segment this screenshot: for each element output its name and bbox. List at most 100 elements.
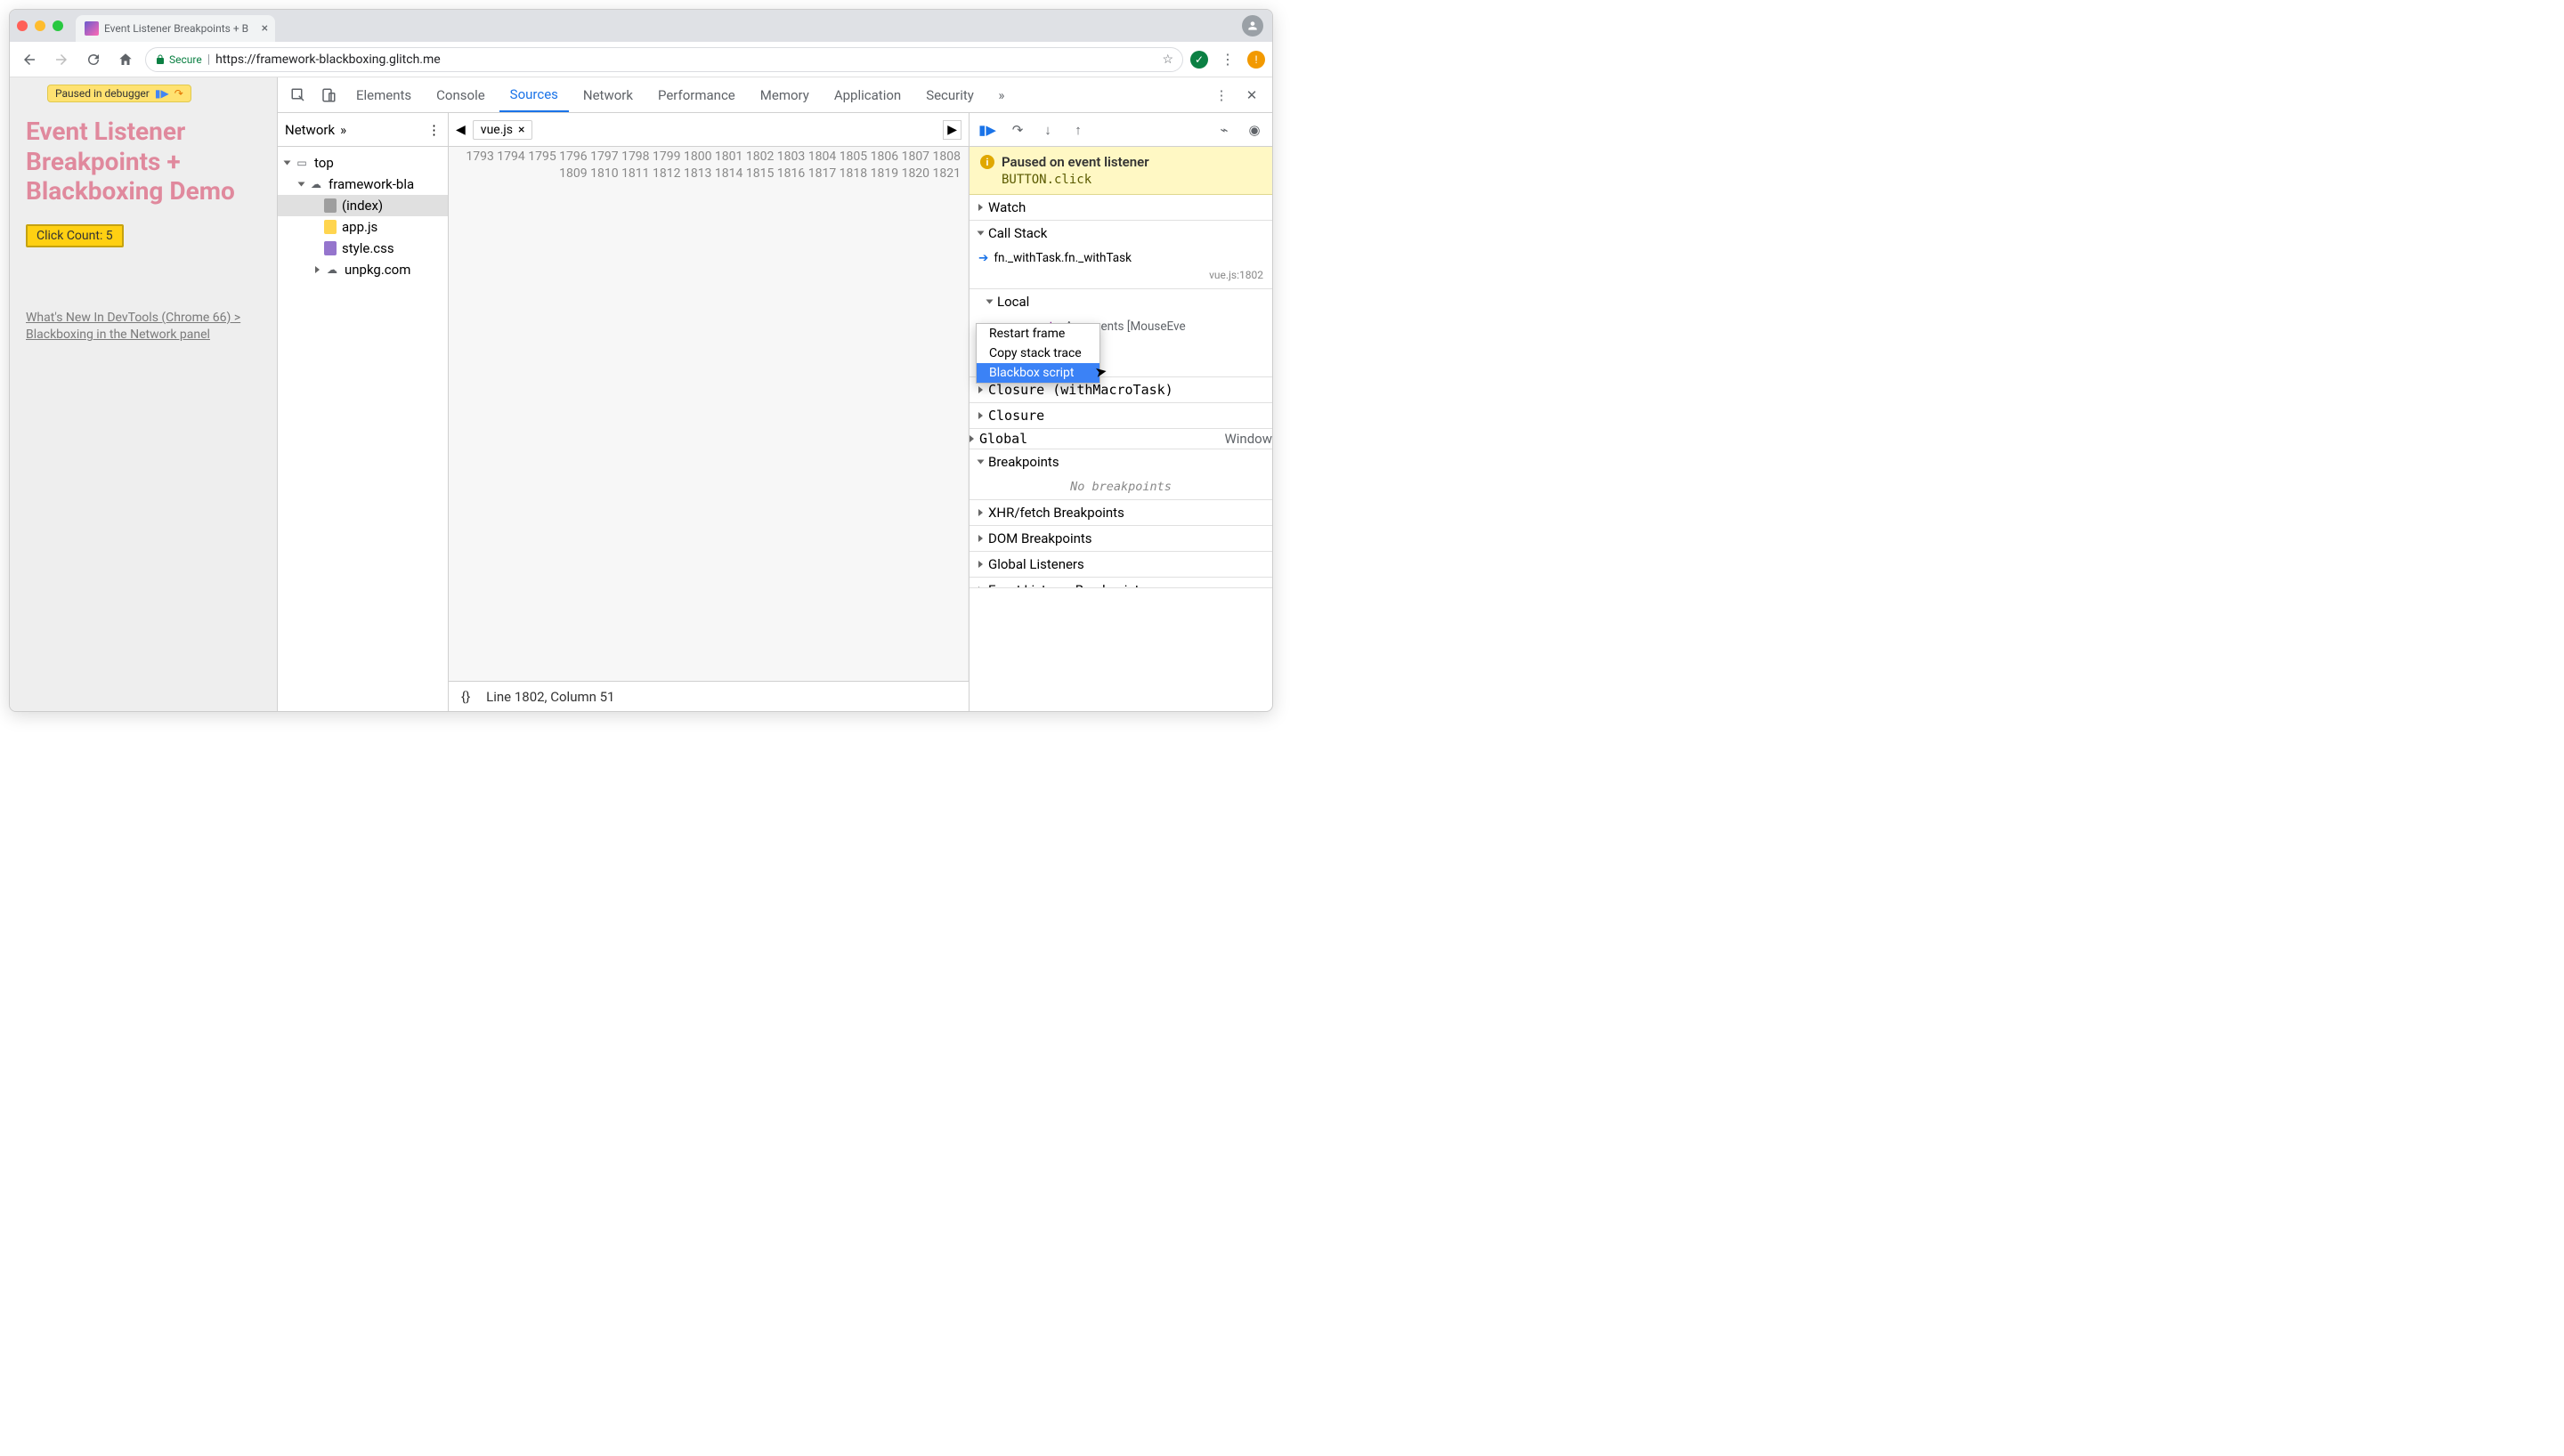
no-breakpoints-label: No breakpoints — [970, 474, 1272, 499]
tree-cdn[interactable]: ☁unpkg.com — [278, 259, 448, 280]
new-tab-button[interactable] — [282, 18, 304, 39]
ctx-restart-frame[interactable]: Restart frame — [977, 324, 1099, 344]
tab-bar: Event Listener Breakpoints + B × — [10, 10, 1272, 42]
bookmark-star-icon[interactable]: ☆ — [1162, 53, 1173, 67]
tab-elements[interactable]: Elements — [345, 77, 422, 112]
tree-top[interactable]: ▭top — [278, 152, 448, 174]
minimize-window-icon[interactable] — [35, 20, 45, 31]
tree-file-appjs[interactable]: app.js — [278, 216, 448, 238]
ctx-copy-stack-trace[interactable]: Copy stack trace — [977, 344, 1099, 363]
back-button[interactable] — [17, 47, 42, 72]
code-editor[interactable]: 1793 1794 1795 1796 1797 1798 1799 1800 … — [449, 147, 969, 681]
toggle-navigator-icon[interactable]: ◀ — [456, 123, 466, 137]
section-global[interactable]: GlobalWindow — [970, 429, 1272, 449]
debugger-pane: ▮▶ ↷ ↓ ↑ ⌁ ◉ i Paused on event listener B… — [970, 113, 1272, 711]
resume-script-icon[interactable]: ▮▶ — [977, 119, 998, 141]
extension-icon[interactable]: ✓ — [1190, 51, 1208, 69]
browser-tab[interactable]: Event Listener Breakpoints + B × — [76, 15, 275, 42]
content-area: Paused in debugger ▮▶ ↷ Event Listener B… — [10, 77, 1272, 711]
window-controls — [17, 20, 63, 31]
step-over-icon[interactable]: ↷ — [1007, 119, 1028, 141]
paused-sub: BUTTON.click — [980, 173, 1262, 187]
address-bar: Secure | https://framework-blackboxing.g… — [10, 42, 1272, 77]
editor-header: ◀ vue.js × ▶ — [449, 113, 969, 147]
step-out-icon[interactable]: ↑ — [1067, 119, 1089, 141]
maximize-window-icon[interactable] — [53, 20, 63, 31]
tree-file-index[interactable]: (index) — [278, 195, 448, 216]
tab-security[interactable]: Security — [915, 77, 985, 112]
devtools-tab-bar: Elements Console Sources Network Perform… — [278, 77, 1272, 113]
profile-avatar-icon[interactable] — [1242, 15, 1263, 36]
url-input[interactable]: Secure | https://framework-blackboxing.g… — [145, 47, 1183, 72]
paused-in-debugger-badge: Paused in debugger ▮▶ ↷ — [47, 85, 191, 102]
section-breakpoints[interactable]: Breakpoints — [970, 449, 1272, 474]
line-gutter: 1793 1794 1795 1796 1797 1798 1799 1800 … — [449, 147, 969, 681]
tab-title: Event Listener Breakpoints + B — [104, 22, 248, 35]
extension-warning-icon[interactable]: ! — [1247, 51, 1265, 69]
devtools-panel: Elements Console Sources Network Perform… — [277, 77, 1272, 711]
home-button[interactable] — [113, 47, 138, 72]
section-watch[interactable]: Watch — [970, 195, 1272, 220]
navigator-menu-icon[interactable]: ⋮ — [427, 122, 441, 138]
paused-title: Paused on event listener — [1002, 154, 1149, 170]
navigator-tab-label[interactable]: Network — [285, 122, 335, 138]
device-toggle-icon[interactable] — [315, 82, 342, 109]
page-title: Event Listener Breakpoints + Blackboxing… — [26, 117, 261, 206]
editor-status-bar: {} Line 1802, Column 51 — [449, 681, 969, 711]
open-file-tab[interactable]: vue.js × — [473, 120, 533, 140]
whats-new-link[interactable]: What's New In DevTools (Chrome 66) > Bla… — [26, 310, 261, 344]
section-dom[interactable]: DOM Breakpoints — [970, 526, 1272, 551]
devtools-menu-icon[interactable]: ⋮ — [1208, 82, 1235, 109]
debugger-toolbar: ▮▶ ↷ ↓ ↑ ⌁ ◉ — [970, 113, 1272, 147]
navigator-pane: Network » ⋮ ▭top ☁framework-bla (index) … — [278, 113, 449, 711]
favicon-icon — [85, 21, 99, 36]
secure-label: Secure — [169, 53, 202, 66]
click-count-button[interactable]: Click Count: 5 — [26, 224, 124, 247]
tab-console[interactable]: Console — [426, 77, 496, 112]
current-frame-icon: ➔ — [978, 251, 988, 265]
paused-badge-text: Paused in debugger — [55, 87, 150, 100]
secure-lock-icon: Secure — [155, 53, 202, 66]
tab-network[interactable]: Network — [572, 77, 644, 112]
tree-file-stylecss[interactable]: style.css — [278, 238, 448, 259]
devtools-close-icon[interactable]: ✕ — [1238, 82, 1265, 109]
info-icon: i — [980, 155, 994, 169]
reload-button[interactable] — [81, 47, 106, 72]
tab-sources[interactable]: Sources — [499, 77, 569, 112]
pause-exceptions-icon[interactable]: ◉ — [1244, 119, 1265, 141]
tab-performance[interactable]: Performance — [647, 77, 746, 112]
step-into-icon[interactable]: ↓ — [1037, 119, 1059, 141]
editor-pane: ◀ vue.js × ▶ 1793 1794 1795 1796 1797 17… — [449, 113, 970, 711]
tab-application[interactable]: Application — [824, 77, 912, 112]
section-local[interactable]: Local — [970, 289, 1272, 314]
sources-body: Network » ⋮ ▭top ☁framework-bla (index) … — [278, 113, 1272, 711]
tab-close-icon[interactable]: × — [262, 21, 268, 36]
url-text: https://framework-blackboxing.glitch.me — [215, 53, 441, 67]
paused-message: i Paused on event listener BUTTON.click — [970, 147, 1272, 195]
more-tabs-icon[interactable]: » — [988, 82, 1015, 109]
deactivate-breakpoints-icon[interactable]: ⌁ — [1213, 119, 1235, 141]
forward-button[interactable] — [49, 47, 74, 72]
resume-icon[interactable]: ▮▶ — [155, 87, 169, 100]
close-window-icon[interactable] — [17, 20, 28, 31]
close-file-icon[interactable]: × — [518, 123, 524, 137]
tree-domain[interactable]: ☁framework-bla — [278, 174, 448, 195]
section-closure[interactable]: Closure — [970, 403, 1272, 428]
run-snippet-icon[interactable]: ▶ — [943, 120, 961, 140]
menu-dots-icon[interactable]: ⋮ — [1215, 47, 1240, 72]
open-file-name: vue.js — [481, 123, 513, 137]
page-viewport: Paused in debugger ▮▶ ↷ Event Listener B… — [10, 77, 277, 711]
call-frame[interactable]: ➔ fn._withTask.fn._withTask — [978, 249, 1263, 267]
ctx-blackbox-script[interactable]: Blackbox script — [977, 363, 1099, 383]
section-callstack[interactable]: Call Stack — [970, 221, 1272, 246]
navigator-more-tabs-icon[interactable]: » — [340, 122, 346, 138]
context-menu: Restart frame Copy stack trace Blackbox … — [976, 323, 1100, 384]
section-event-bp[interactable]: Event Listener Breakpoints — [970, 578, 1272, 588]
format-braces-icon[interactable]: {} — [461, 689, 470, 705]
tab-memory[interactable]: Memory — [750, 77, 820, 112]
section-listeners[interactable]: Global Listeners — [970, 552, 1272, 577]
call-frame-name: fn._withTask.fn._withTask — [994, 251, 1132, 265]
step-over-icon[interactable]: ↷ — [174, 87, 183, 100]
section-xhr[interactable]: XHR/fetch Breakpoints — [970, 500, 1272, 525]
inspect-element-icon[interactable] — [285, 82, 312, 109]
